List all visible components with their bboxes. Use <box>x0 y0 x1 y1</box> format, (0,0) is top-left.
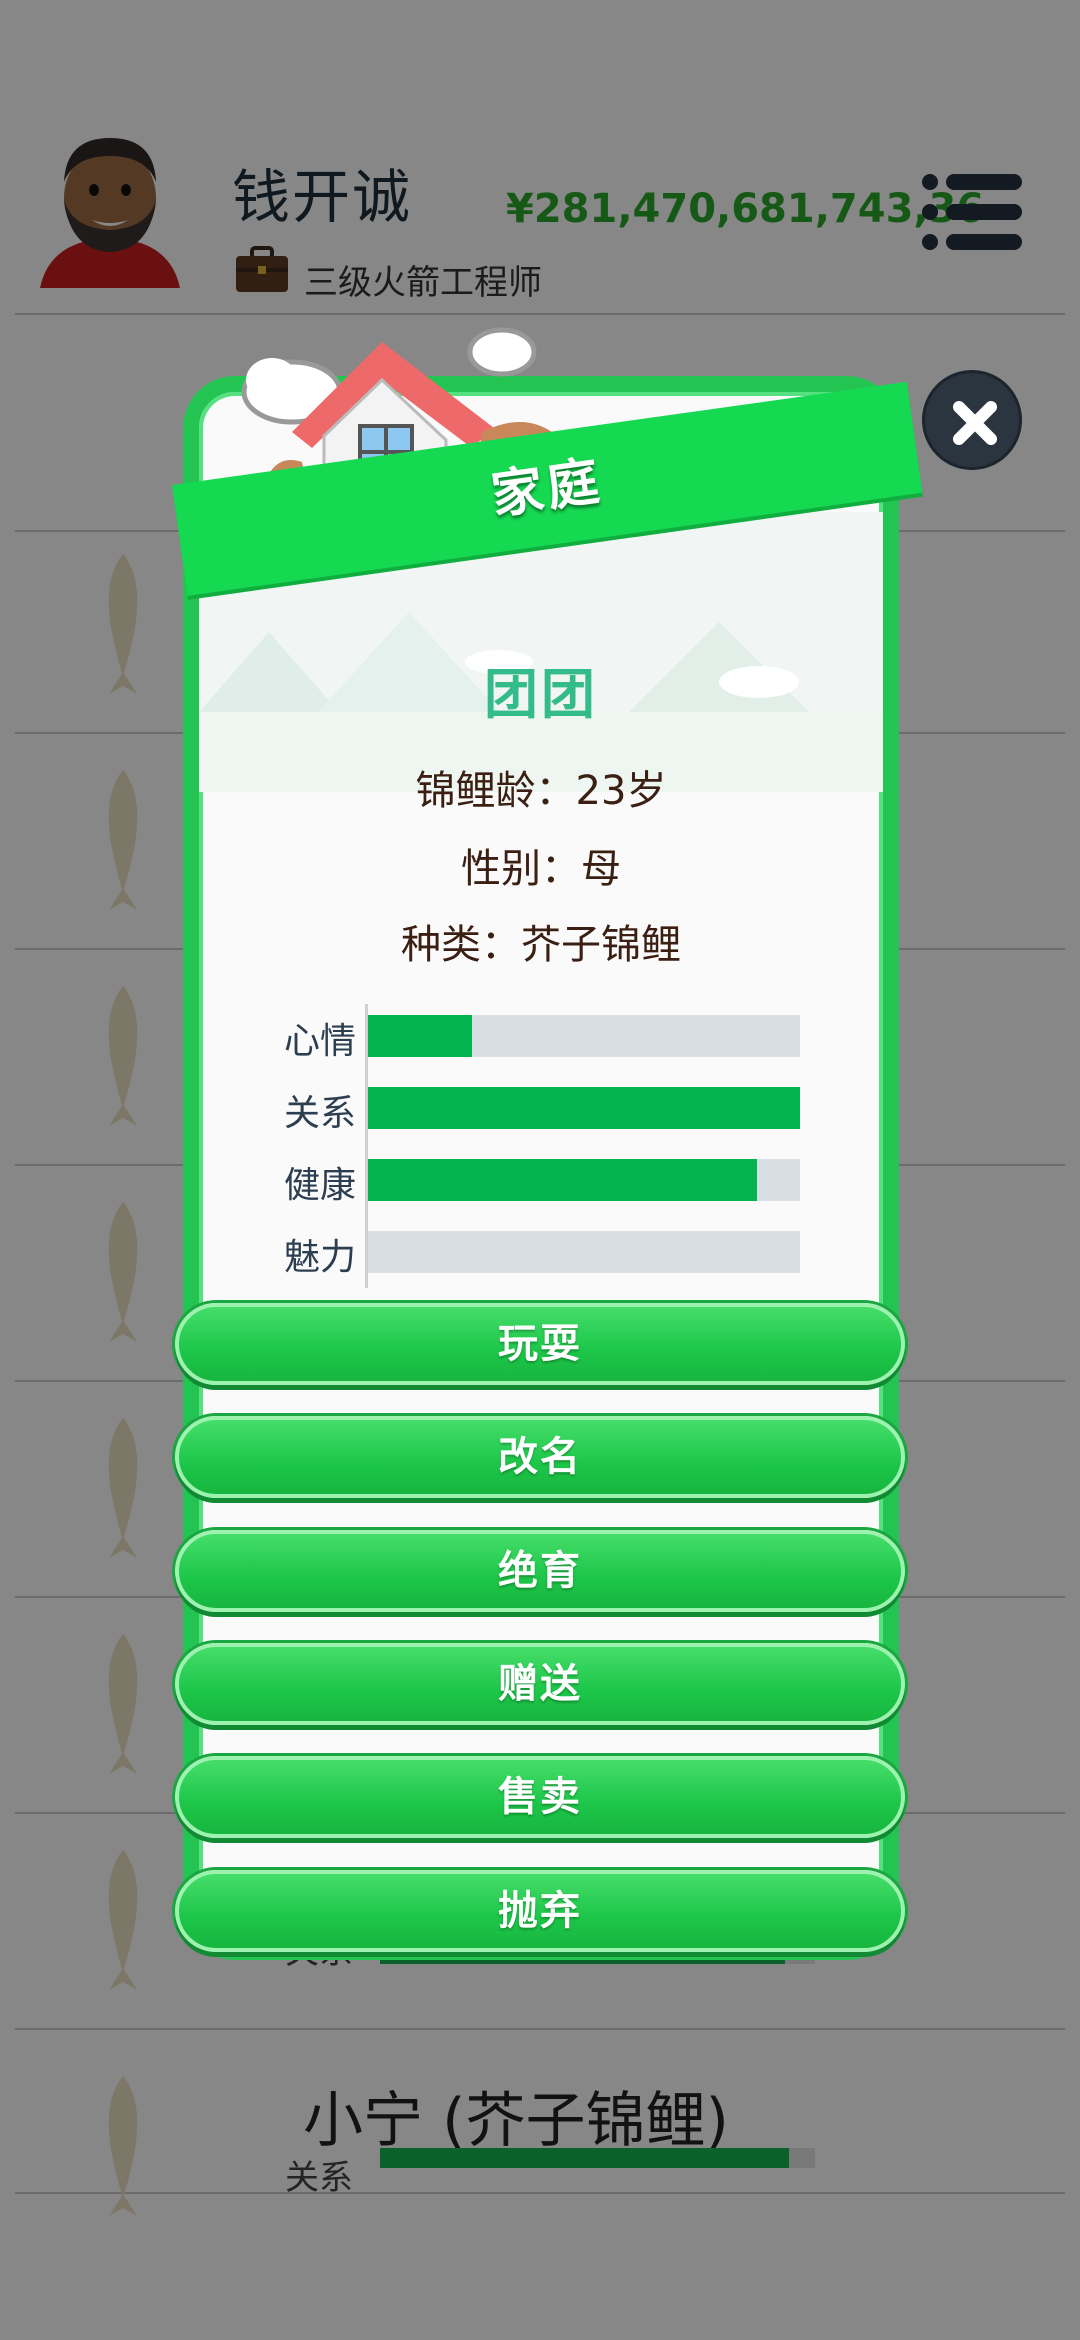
sterilize-button[interactable]: 绝育 <box>175 1530 905 1612</box>
close-icon <box>953 401 997 445</box>
stat-fill-mood <box>368 1015 472 1057</box>
stat-label-mood: 心情 <box>283 1021 356 1062</box>
stat-fill-relation <box>368 1087 800 1129</box>
koi-age: 锦鲤龄：23岁 <box>415 768 667 814</box>
koi-name: 团团 <box>484 663 598 726</box>
rename-button[interactable]: 改名 <box>175 1416 905 1498</box>
gift-button[interactable]: 赠送 <box>175 1643 905 1725</box>
stat-label-charm: 魅力 <box>283 1237 356 1278</box>
close-button[interactable] <box>922 370 1022 470</box>
play-button[interactable]: 玩耍 <box>175 1303 905 1385</box>
sell-button[interactable]: 售卖 <box>175 1756 905 1838</box>
koi-species: 种类：芥子锦鲤 <box>401 922 681 968</box>
stat-bar-health <box>368 1159 800 1201</box>
stat-bar-mood <box>368 1015 800 1057</box>
stat-bar-charm <box>368 1231 800 1273</box>
stat-fill-health <box>368 1159 757 1201</box>
stat-label-relation: 关系 <box>283 1093 356 1134</box>
koi-gender: 性别：母 <box>461 846 621 892</box>
stat-bar-relation <box>368 1087 800 1129</box>
stat-label-health: 健康 <box>283 1165 356 1206</box>
abandon-button[interactable]: 抛弃 <box>175 1870 905 1952</box>
